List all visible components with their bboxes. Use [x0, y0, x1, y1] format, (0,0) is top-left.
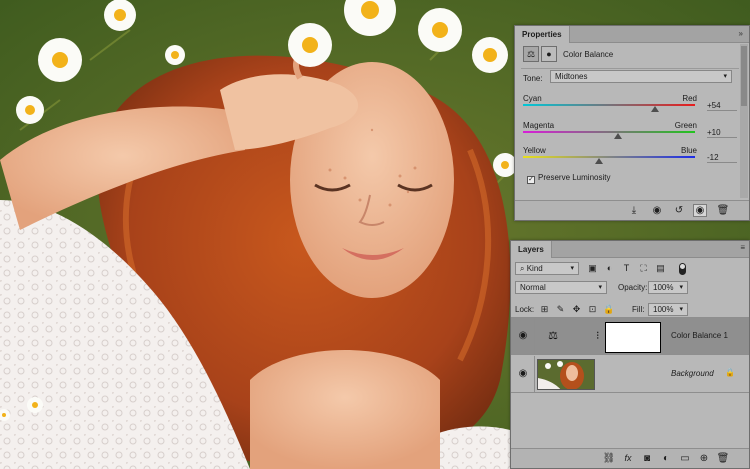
- visibility-eye-icon[interactable]: ◉: [517, 368, 529, 380]
- properties-tabbar: Properties »: [515, 26, 749, 43]
- slider-value[interactable]: +10: [707, 128, 737, 138]
- slider-thumb[interactable]: [651, 106, 660, 112]
- magenta-green-slider[interactable]: Magenta Green +10: [523, 121, 737, 149]
- search-icon: ⌕: [520, 264, 527, 273]
- pixel-filter-icon[interactable]: ▣: [587, 263, 598, 274]
- fill-value: 100%: [653, 305, 674, 314]
- layer-row-background[interactable]: ◉ Background 🔒: [511, 356, 749, 393]
- opacity-value: 100%: [653, 283, 674, 292]
- tone-select[interactable]: Midtones ▾: [550, 70, 732, 83]
- layers-tab[interactable]: Layers: [511, 241, 552, 258]
- layer-mask-thumbnail[interactable]: [605, 322, 661, 353]
- shape-filter-icon[interactable]: ⛶: [638, 263, 649, 274]
- lock-all-icon[interactable]: 🔒: [603, 304, 614, 315]
- slider-thumb[interactable]: [613, 133, 622, 139]
- preserve-luminosity-checkbox[interactable]: ✓: [527, 176, 535, 184]
- view-previous-icon[interactable]: ◉: [650, 204, 664, 217]
- tone-label: Tone:: [523, 74, 543, 83]
- layers-footer: ⛓ fx ◙ ◐ ▭ ⊕ 🗑: [511, 448, 749, 468]
- layer-mask-icon[interactable]: ●: [541, 46, 557, 62]
- clip-to-layer-icon[interactable]: ⤓: [627, 204, 641, 217]
- chevron-down-icon: ▾: [723, 73, 727, 80]
- adjustment-layer-icon[interactable]: ⚖: [523, 46, 539, 62]
- smart-object-filter-icon[interactable]: ▤: [655, 263, 666, 274]
- scrollbar-thumb[interactable]: [741, 46, 747, 106]
- filter-kind-select[interactable]: ⌕ Kind ▾: [515, 262, 579, 275]
- slider-thumb[interactable]: [594, 158, 603, 164]
- lock-artboard-icon[interactable]: ⊡: [587, 304, 598, 315]
- lock-icon: 🔒: [725, 368, 735, 377]
- adjustment-filter-icon[interactable]: ◐: [604, 263, 615, 274]
- blend-mode-select[interactable]: Normal ▾: [515, 281, 607, 294]
- lock-row: Lock: ⊞ ✎ ✥ ⊡ 🔒 Fill: 100% ▾: [515, 303, 743, 317]
- divider: [534, 356, 535, 392]
- properties-scrollbar[interactable]: [740, 44, 748, 198]
- delete-icon[interactable]: 🗑: [716, 204, 730, 217]
- opacity-label: Opacity:: [618, 283, 648, 292]
- slider-left-label: Yellow: [523, 146, 546, 155]
- divider: [534, 318, 535, 354]
- chevron-down-icon: ▾: [679, 284, 683, 291]
- layer-thumbnail[interactable]: [537, 359, 595, 390]
- panel-menu-icon[interactable]: ≡: [740, 243, 745, 252]
- slider-value[interactable]: -12: [707, 153, 737, 163]
- lock-label: Lock:: [515, 305, 535, 314]
- properties-footer: ⤓ ◉ ↺ ◉ 🗑: [515, 200, 749, 220]
- lock-image-icon[interactable]: ✎: [555, 304, 566, 315]
- chevron-down-icon: ▾: [679, 306, 683, 313]
- layers-tabbar: Layers ≡: [511, 241, 749, 258]
- properties-title: Color Balance: [563, 50, 614, 59]
- divider: [521, 68, 739, 69]
- type-filter-icon[interactable]: T: [621, 263, 632, 274]
- new-layer-icon[interactable]: ⊕: [697, 452, 711, 465]
- properties-tab[interactable]: Properties: [515, 26, 570, 43]
- chevron-down-icon: ▾: [570, 265, 574, 272]
- collapse-icon[interactable]: »: [739, 29, 744, 39]
- link-icon[interactable]: ⛓: [602, 452, 616, 465]
- slider-track[interactable]: [523, 131, 695, 133]
- slider-right-label: Red: [682, 94, 697, 103]
- filter-toggle[interactable]: [679, 263, 686, 275]
- slider-track[interactable]: [523, 104, 695, 106]
- opacity-field[interactable]: 100% ▾: [648, 281, 688, 294]
- layer-name[interactable]: Color Balance 1: [671, 331, 728, 340]
- fill-label: Fill:: [632, 305, 645, 314]
- slider-left-label: Cyan: [523, 94, 542, 103]
- preserve-luminosity-label: Preserve Luminosity: [538, 173, 611, 182]
- lock-position-icon[interactable]: ✥: [571, 304, 582, 315]
- visibility-eye-icon[interactable]: ◉: [517, 330, 529, 342]
- reset-icon[interactable]: ↺: [672, 204, 686, 217]
- layer-name[interactable]: Background: [671, 369, 714, 378]
- layers-panel: Layers ≡ ⌕ Kind ▾ ▣ ◐ T ⛶ ▤ Normal ▾ Opa…: [510, 240, 750, 469]
- mask-icon[interactable]: ◙: [640, 452, 654, 465]
- lock-transparent-icon[interactable]: ⊞: [539, 304, 550, 315]
- delete-icon[interactable]: 🗑: [716, 452, 730, 465]
- properties-panel: Properties » ⚖ ● Color Balance Tone: Mid…: [514, 25, 750, 221]
- yellow-blue-slider[interactable]: Yellow Blue -12: [523, 146, 737, 174]
- layer-filter-row: ⌕ Kind ▾ ▣ ◐ T ⛶ ▤: [515, 262, 743, 276]
- fx-icon[interactable]: fx: [621, 452, 635, 465]
- tone-select-value: Midtones: [555, 72, 588, 81]
- blend-mode-value: Normal: [520, 283, 546, 292]
- cyan-red-slider[interactable]: Cyan Red +54: [523, 94, 737, 122]
- slider-track[interactable]: [523, 156, 695, 158]
- layer-row-color-balance[interactable]: ◉ ⚖ ⁝ Color Balance 1: [511, 318, 749, 355]
- fill-field[interactable]: 100% ▾: [648, 303, 688, 316]
- slider-value[interactable]: +54: [707, 101, 737, 111]
- group-icon[interactable]: ▭: [678, 452, 692, 465]
- filter-kind-value: Kind: [526, 264, 543, 273]
- preserve-luminosity-option[interactable]: ✓ Preserve Luminosity: [527, 173, 610, 184]
- visibility-icon[interactable]: ◉: [693, 204, 707, 217]
- slider-right-label: Green: [674, 121, 697, 130]
- layer-list: ◉ ⚖ ⁝ Color Balance 1 ◉ Background 🔒: [511, 317, 749, 445]
- chevron-down-icon: ▾: [598, 284, 602, 291]
- slider-left-label: Magenta: [523, 121, 555, 130]
- color-balance-icon[interactable]: ⚖: [541, 328, 565, 344]
- adjustment-icon[interactable]: ◐: [659, 452, 673, 465]
- slider-right-label: Blue: [680, 146, 697, 155]
- link-icon[interactable]: ⁝: [596, 328, 600, 344]
- blend-row: Normal ▾ Opacity: 100% ▾: [515, 281, 743, 295]
